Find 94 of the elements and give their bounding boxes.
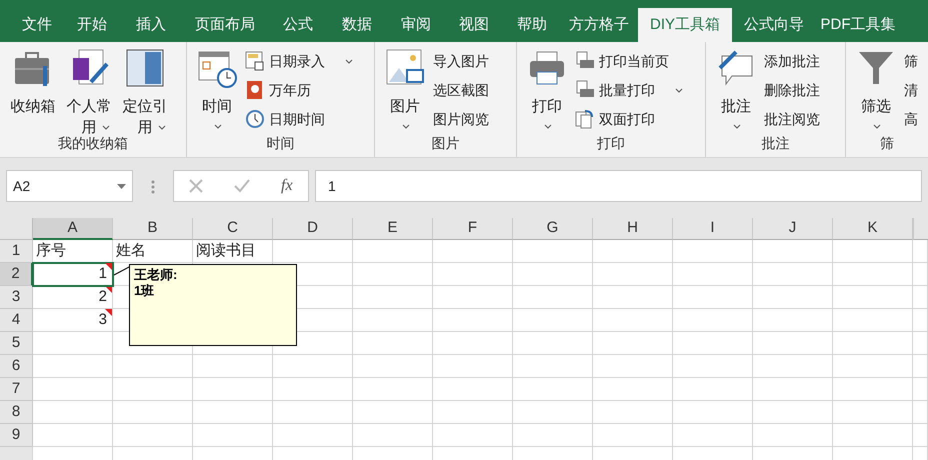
- table-cell: 阅读书目: [193, 240, 273, 263]
- ribbon-button[interactable]: 添加批注: [764, 50, 820, 72]
- ribbon-button[interactable]: 清: [904, 79, 918, 101]
- check-icon[interactable]: [234, 179, 250, 193]
- row-header[interactable]: 7: [0, 378, 33, 401]
- name-box[interactable]: A2: [6, 170, 133, 202]
- split-panel-icon: [125, 48, 165, 88]
- caret-icon: [345, 59, 353, 64]
- ribbon-button[interactable]: 打印: [525, 48, 569, 131]
- row-header[interactable]: 2: [0, 263, 33, 286]
- ribbon-tab[interactable]: 帮助: [504, 8, 560, 42]
- ribbon-tab[interactable]: 公式向导: [734, 8, 814, 42]
- caret-icon: [402, 124, 410, 129]
- clock-icon: [245, 109, 265, 129]
- ribbon-button[interactable]: 删除批注: [764, 79, 820, 101]
- ribbon-tab[interactable]: DIY工具箱: [638, 8, 732, 42]
- group-label: 时间: [266, 134, 296, 153]
- caret-icon: [675, 88, 683, 94]
- ribbon-button[interactable]: 时间: [195, 48, 239, 131]
- ribbon-tab[interactable]: 视图: [446, 8, 502, 42]
- ribbon-button[interactable]: 收纳箱: [8, 48, 58, 117]
- calendar-page-icon: [245, 80, 265, 100]
- ribbon-button[interactable]: 万年历: [245, 79, 353, 101]
- row-header[interactable]: 3: [0, 286, 33, 309]
- ribbon-tab[interactable]: 方方格子: [562, 8, 636, 42]
- ribbon-button[interactable]: 批注: [714, 48, 758, 131]
- row-header[interactable]: 5: [0, 332, 33, 355]
- column-header[interactable]: J: [753, 218, 833, 240]
- ribbon-button[interactable]: 日期时间: [245, 108, 353, 130]
- comment-author: 王老师:: [134, 267, 178, 283]
- ribbon-button[interactable]: 图片阅览: [433, 108, 489, 130]
- ribbon-button[interactable]: 选区截图: [433, 79, 489, 101]
- ribbon-tab[interactable]: 插入: [122, 8, 180, 42]
- table-cell: 2: [33, 286, 113, 309]
- ribbon-tab[interactable]: 公式: [270, 8, 326, 42]
- insert-function-button[interactable]: fx: [281, 174, 293, 198]
- row-header[interactable]: 6: [0, 355, 33, 378]
- table-cell: 1: [33, 263, 113, 286]
- comment-text: 1班: [134, 283, 156, 299]
- column-header[interactable]: E: [353, 218, 433, 240]
- formula-input[interactable]: 1: [315, 170, 922, 202]
- column-header[interactable]: K: [833, 218, 913, 240]
- ribbon-button[interactable]: 筛选: [854, 48, 898, 131]
- dropdown-icon: [117, 184, 126, 188]
- ribbon-button[interactable]: 筛: [904, 50, 918, 72]
- column-header[interactable]: G: [513, 218, 593, 240]
- group-label: 筛: [879, 134, 895, 153]
- ribbon-button[interactable]: 定位引用: [120, 48, 170, 132]
- caret-icon: [873, 124, 881, 129]
- ribbon-button[interactable]: 批量打印: [575, 79, 683, 101]
- column-header[interactable]: H: [593, 218, 673, 240]
- group-label: 图片: [430, 134, 460, 153]
- cell-reference: A2: [13, 176, 30, 196]
- ribbon-button[interactable]: 双面打印: [575, 108, 683, 130]
- ribbon-tab[interactable]: PDF工具集: [816, 8, 900, 42]
- ribbon-tab[interactable]: 文件: [12, 8, 62, 42]
- ribbon-button[interactable]: 批注阅览: [764, 108, 820, 130]
- ribbon-button[interactable]: 导入图片: [433, 50, 489, 72]
- caret-icon: [544, 124, 552, 129]
- table-cell: 姓名: [113, 240, 193, 263]
- group-label: 我的收纳箱: [57, 134, 129, 153]
- ribbon-tab[interactable]: 页面布局: [182, 8, 268, 42]
- caret-icon: [733, 124, 741, 129]
- drag-handle-icon[interactable]: [151, 180, 155, 194]
- column-header[interactable]: F: [433, 218, 513, 240]
- group-label: 打印: [596, 134, 626, 153]
- ribbon-button[interactable]: 日期录入: [245, 50, 353, 72]
- row-header[interactable]: 8: [0, 401, 33, 424]
- column-header[interactable]: A: [33, 218, 113, 240]
- close-icon[interactable]: [189, 179, 204, 193]
- row-header[interactable]: 9: [0, 424, 33, 447]
- ribbon-tab[interactable]: 数据: [328, 8, 386, 42]
- column-header[interactable]: B: [113, 218, 193, 240]
- pages-rotate-icon: [575, 109, 595, 129]
- ribbon-tab[interactable]: 审阅: [388, 8, 444, 42]
- ribbon-button[interactable]: 打印当前页: [575, 50, 683, 72]
- calendar-icon: [245, 51, 265, 71]
- printer-page-icon: [575, 80, 595, 100]
- ribbon-button[interactable]: 图片: [383, 48, 427, 131]
- column-header[interactable]: I: [673, 218, 753, 240]
- column-header[interactable]: D: [273, 218, 353, 240]
- printer-page-icon: [575, 51, 595, 71]
- table-cell: 3: [33, 309, 113, 332]
- ribbon-button[interactable]: 高: [904, 108, 918, 130]
- row-header[interactable]: 4: [0, 309, 33, 332]
- caret-icon: [158, 124, 166, 130]
- column-header[interactable]: C: [193, 218, 273, 240]
- row-header[interactable]: 1: [0, 240, 33, 263]
- caret-icon: [214, 124, 222, 129]
- formula-text: 1: [328, 176, 336, 196]
- group-label: 批注: [760, 134, 790, 153]
- caret-icon: [102, 124, 110, 130]
- ribbon-button[interactable]: 个人常用: [64, 48, 114, 132]
- ribbon-tab[interactable]: 开始: [64, 8, 120, 42]
